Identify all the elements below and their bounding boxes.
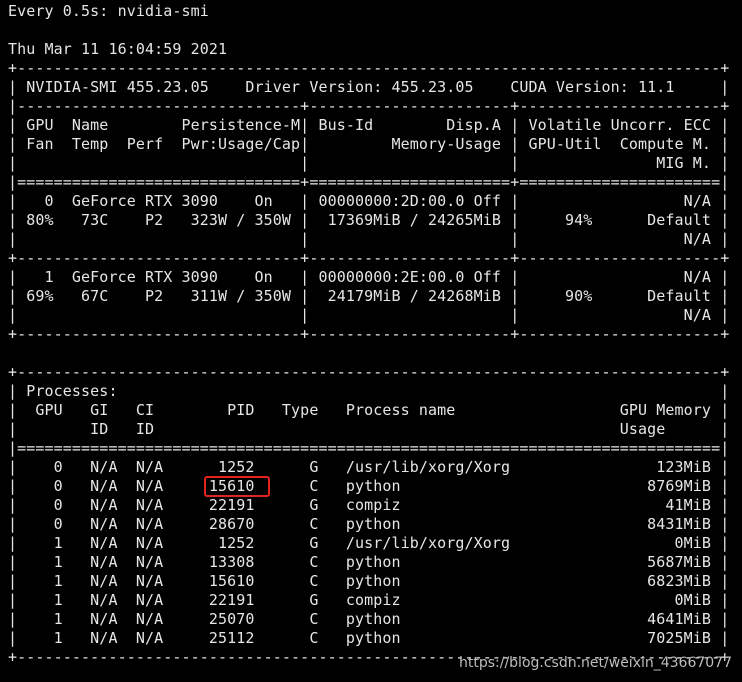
processes-title: | Processes: | [8,382,730,400]
gpu-header-line: | | | MIG M. | [8,154,730,172]
watch-header: Every 0.5s: nvidia-smi [8,2,209,20]
gpu-0-line: | | | N/A | [8,230,730,248]
process-row: | 1 N/A N/A 22191 G compiz 0MiB | [8,591,730,609]
process-row: | 1 N/A N/A 25070 C python 4641MiB | [8,610,730,628]
terminal-window[interactable]: Every 0.5s: nvidia-smi Thu Mar 11 16:04:… [8,0,738,682]
process-row: | 1 N/A N/A 1252 G /usr/lib/xorg/Xorg 0M… [8,534,730,552]
processes-border: +---------------------------------------… [8,363,730,381]
process-row: | 1 N/A N/A 25112 C python 7025MiB | [8,629,730,647]
process-row: | 0 N/A N/A 22191 G compiz 41MiB | [8,496,730,514]
table-border: +---------------------------------------… [8,59,730,77]
gpu-1-line: | 1 GeForce RTX 3090 On | 00000000:2E:00… [8,268,730,286]
process-row: | 0 N/A N/A 28670 C python 8431MiB | [8,515,730,533]
gpu-0-line: | 80% 73C P2 323W / 350W | 17369MiB / 24… [8,211,730,229]
version-line: | NVIDIA-SMI 455.23.05 Driver Version: 4… [8,78,730,96]
pid-highlight-box [204,476,270,497]
gpu-0-line: | 0 GeForce RTX 3090 On | 00000000:2D:00… [8,192,730,210]
gpu-row-separator: +-------------------------------+-------… [8,325,730,343]
gpu-1-line: | | | N/A | [8,306,730,324]
process-row: | 0 N/A N/A 15610 C python 8769MiB | [8,477,730,495]
gpu-header-line: | Fan Temp Perf Pwr:Usage/Cap| Memory-Us… [8,135,730,153]
process-row: | 0 N/A N/A 1252 G /usr/lib/xorg/Xorg 12… [8,458,730,476]
processes-double-separator: |=======================================… [8,439,730,457]
processes-header-line: | ID ID Usage | [8,420,730,438]
header-double-separator: |===============================+=======… [8,173,730,191]
watermark: https://blog.csdn.net/weixin_43667077 [458,655,732,671]
gpu-row-separator: +-------------------------------+-------… [8,249,730,267]
process-row: | 1 N/A N/A 13308 C python 5687MiB | [8,553,730,571]
gpu-1-line: | 69% 67C P2 311W / 350W | 24179MiB / 24… [8,287,730,305]
processes-header-line: | GPU GI CI PID Type Process name GPU Me… [8,401,730,419]
timestamp: Thu Mar 11 16:04:59 2021 [8,40,228,58]
gpu-header-line: | GPU Name Persistence-M| Bus-Id Disp.A … [8,116,730,134]
table-separator: |-------------------------------+-------… [8,97,730,115]
process-row: | 1 N/A N/A 15610 C python 6823MiB | [8,572,730,590]
